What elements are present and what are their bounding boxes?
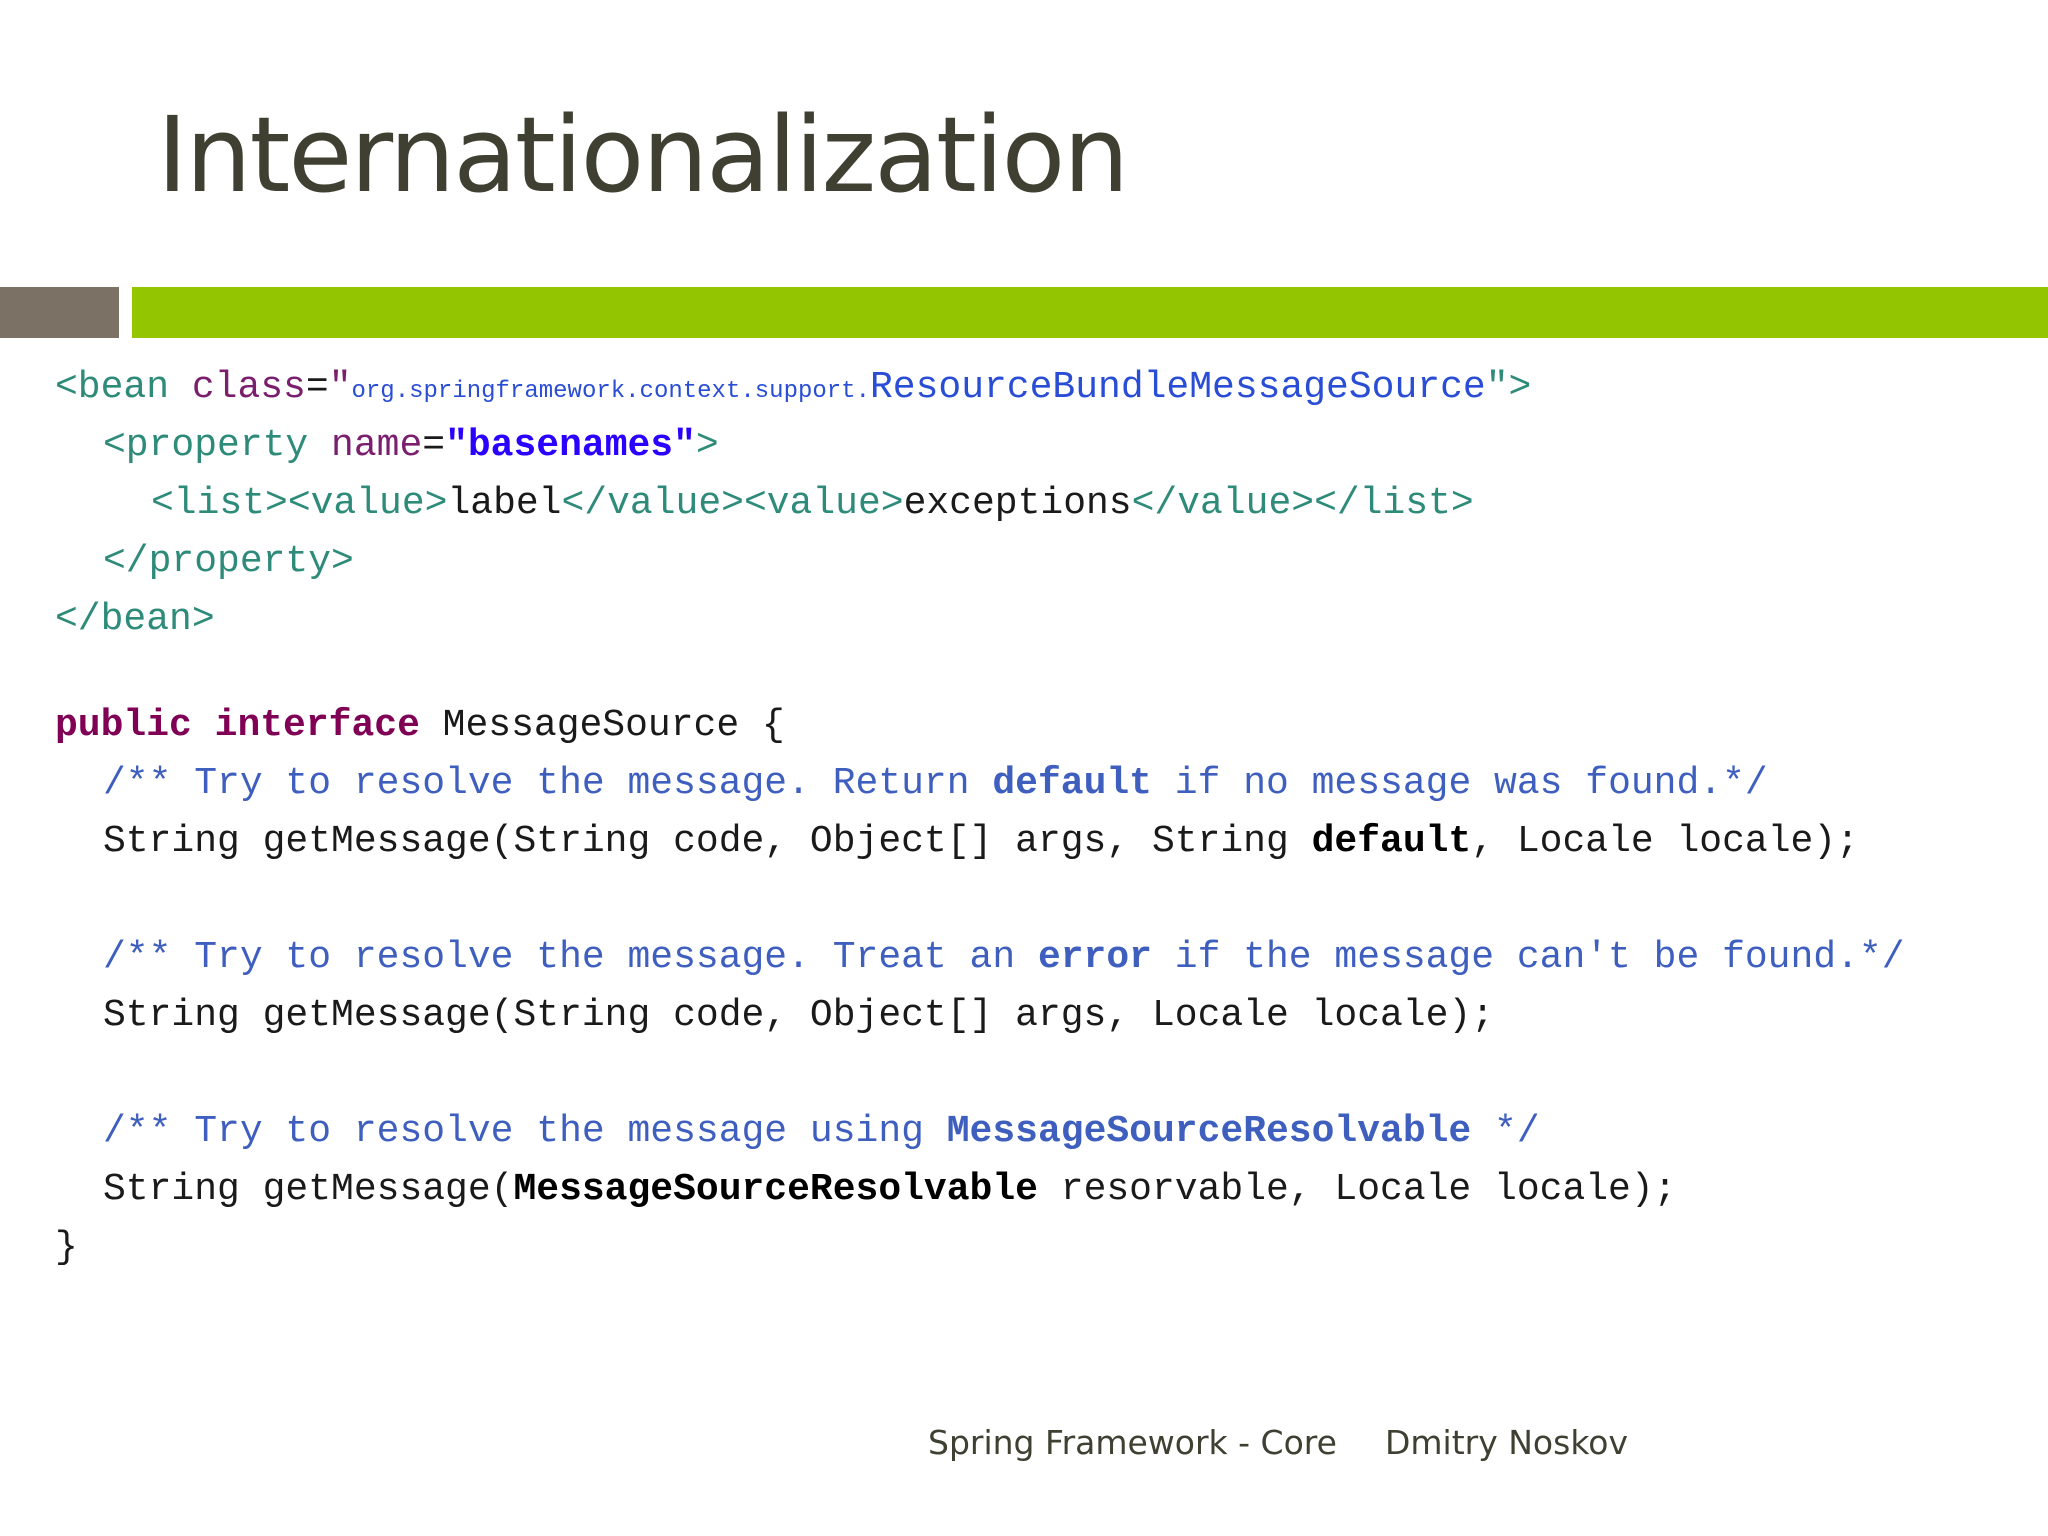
code-line-interface-decl: public interface MessageSource { xyxy=(55,707,785,745)
code-text: , Locale locale); xyxy=(1471,820,1859,863)
code-line-comment-2: /** Try to resolve the message. Treat an… xyxy=(103,939,1905,977)
comment: if the message can't be found.*/ xyxy=(1151,936,1905,979)
package-name: org.springframework.context.support. xyxy=(351,378,870,405)
code-text: String getMessage(String code, Object[] … xyxy=(103,820,1312,863)
code-line-method-3: String getMessage(MessageSourceResolvabl… xyxy=(103,1171,1676,1209)
comment: /** Try to resolve the message. Treat an xyxy=(103,936,1038,979)
xml-tag: <value> xyxy=(743,482,904,525)
keyword: interface xyxy=(214,704,420,747)
code-line-property-open: <property name="basenames"> xyxy=(103,427,719,465)
code-line-comment-1: /** Try to resolve the message. Return d… xyxy=(103,765,1768,803)
code-line-bean-close: </bean> xyxy=(55,601,215,639)
comment-emphasis: MessageSourceResolvable xyxy=(946,1110,1472,1153)
slide-title: Internationalization xyxy=(157,94,1129,216)
code-text: String getMessage(String code, Object[] … xyxy=(103,994,1495,1037)
code-text: } xyxy=(55,1226,78,1269)
code-emphasis: default xyxy=(1311,820,1472,863)
code-line-close-brace: } xyxy=(55,1229,78,1267)
comment: /** Try to resolve the message. Return xyxy=(103,762,993,805)
code-line-comment-3: /** Try to resolve the message using Mes… xyxy=(103,1113,1540,1151)
code-line-method-1: String getMessage(String code, Object[] … xyxy=(103,823,1859,861)
footer-author: Dmitry Noskov xyxy=(1385,1423,1628,1462)
code-line-method-2: String getMessage(String code, Object[] … xyxy=(103,997,1494,1035)
code-text: = xyxy=(422,424,446,467)
xml-tag: <value> xyxy=(287,482,448,525)
code-line-list: <list><value>label</value><value>excepti… xyxy=(151,485,1474,523)
xml-string: "basenames" xyxy=(445,424,696,467)
xml-tag: <bean xyxy=(55,366,170,409)
comment-emphasis: error xyxy=(1037,936,1152,979)
code-line-property-close: </property> xyxy=(103,543,354,581)
code-text: = xyxy=(305,366,329,409)
comment-emphasis: default xyxy=(992,762,1152,805)
xml-tag: </list> xyxy=(1314,482,1474,525)
class-name: ResourceBundleMessageSource xyxy=(869,366,1486,409)
footer-course: Spring Framework - Core xyxy=(928,1423,1337,1462)
code-text: resorvable, Locale locale); xyxy=(1037,1168,1677,1211)
comment: if no message was found.*/ xyxy=(1152,762,1768,805)
code-text: String getMessage( xyxy=(103,1168,514,1211)
xml-tag: > xyxy=(695,424,719,467)
title-divider-gray-block xyxy=(0,287,119,338)
xml-tag: </property> xyxy=(103,540,354,583)
code-text: MessageSource { xyxy=(419,704,785,747)
code-line-bean-open: <bean class="org.springframework.context… xyxy=(55,369,1531,407)
xml-attr: name xyxy=(331,424,423,467)
keyword: public xyxy=(55,704,192,747)
xml-tag: <list> xyxy=(151,482,288,525)
slide: Internationalization <bean class="org.sp… xyxy=(0,0,2048,1536)
code-text: label xyxy=(447,482,562,525)
code-text: " xyxy=(328,366,352,409)
xml-tag: <property xyxy=(103,424,309,467)
xml-tag: </value> xyxy=(561,482,744,525)
comment: /** Try to resolve the message using xyxy=(103,1110,947,1153)
code-text: exceptions xyxy=(903,482,1132,525)
xml-attr: class xyxy=(191,366,306,409)
code-emphasis: MessageSourceResolvable xyxy=(513,1168,1038,1211)
title-divider-green-bar xyxy=(132,287,2048,338)
xml-tag: </value> xyxy=(1131,482,1315,525)
xml-tag: "> xyxy=(1485,366,1532,409)
xml-tag: </bean> xyxy=(55,598,215,641)
comment: */ xyxy=(1471,1110,1540,1153)
